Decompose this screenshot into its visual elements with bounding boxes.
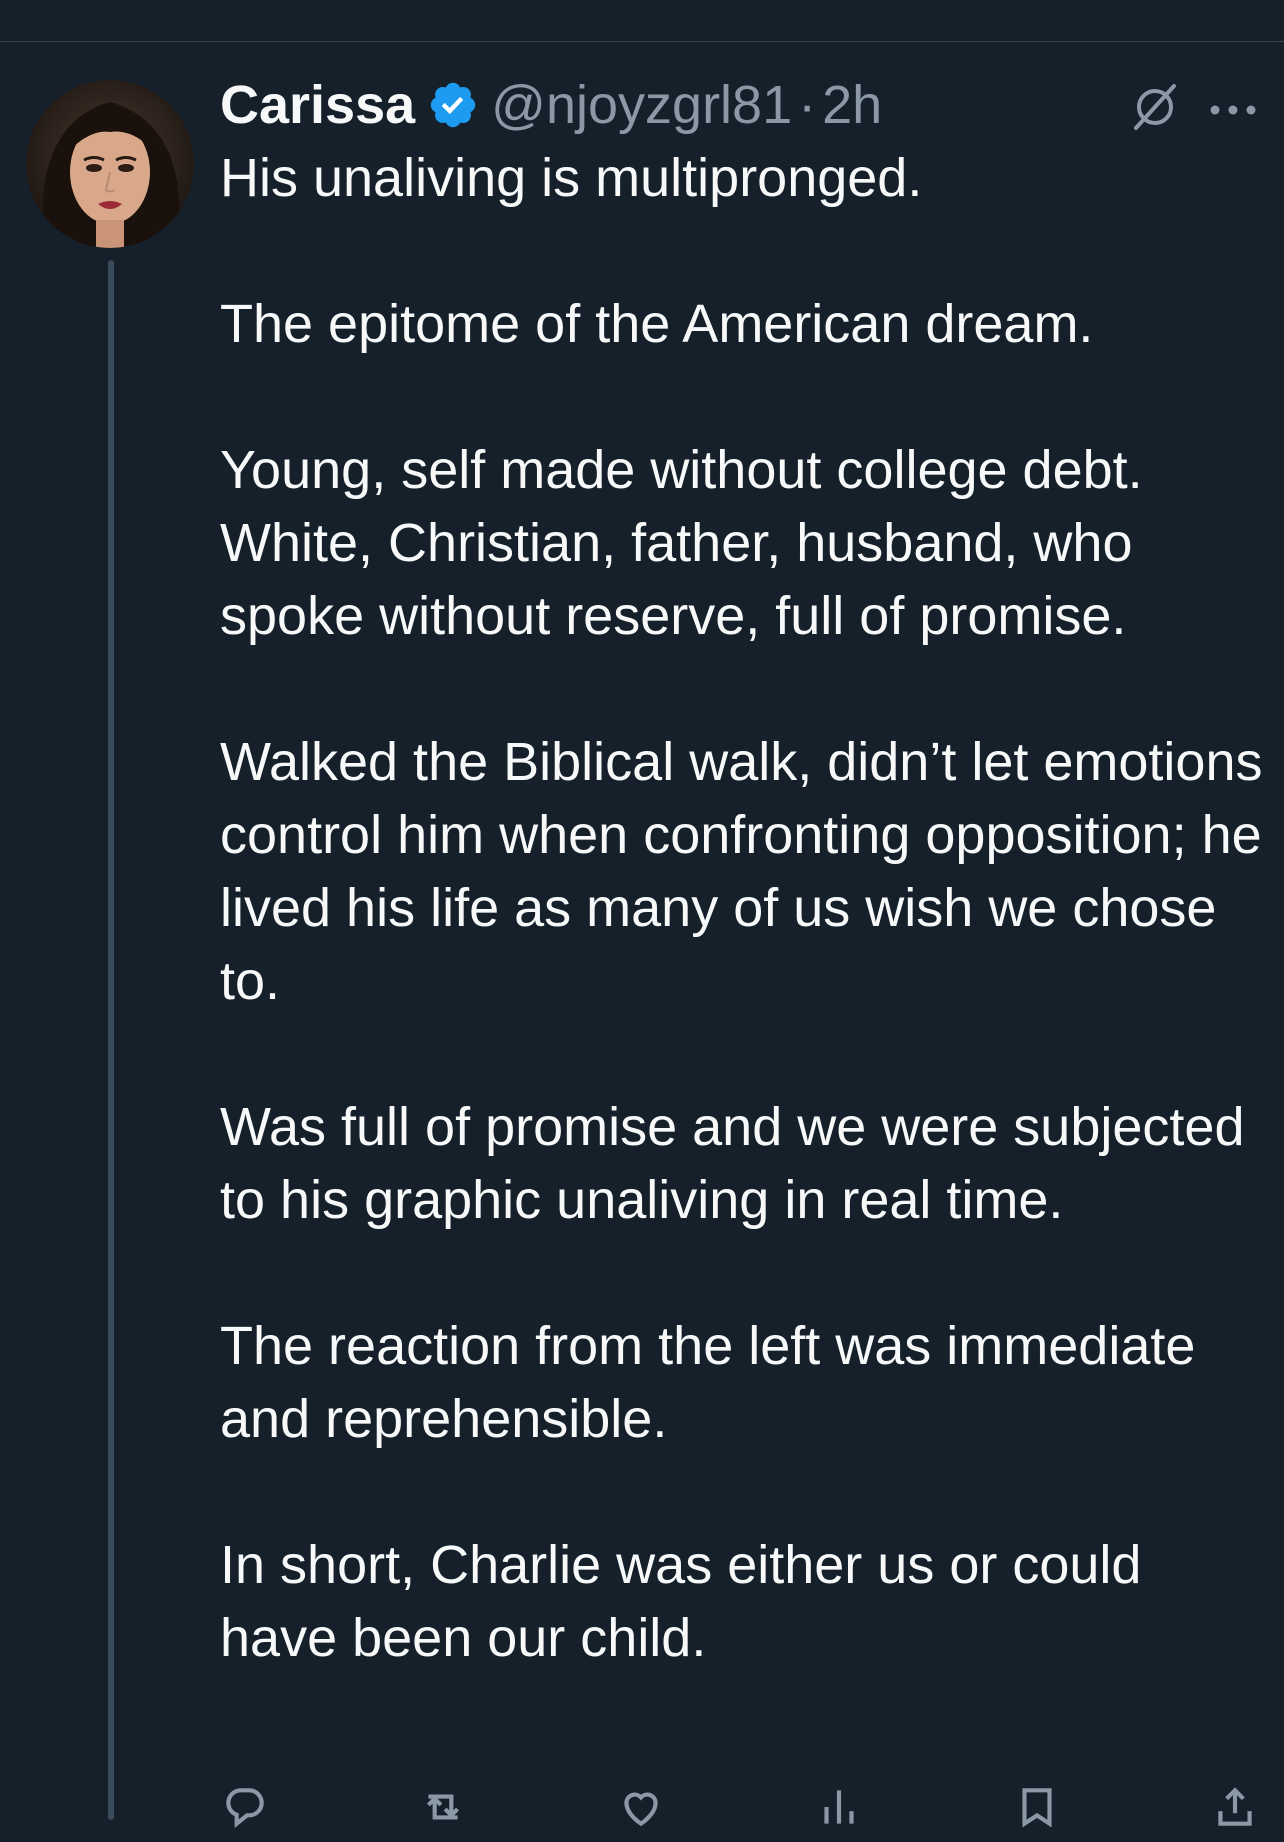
tweet-paragraph: The epitome of the American dream.	[220, 294, 1094, 354]
share-icon[interactable]	[1210, 1782, 1260, 1832]
thread-line	[108, 260, 114, 1820]
reply-icon[interactable]	[220, 1782, 270, 1832]
top-bar	[0, 0, 1284, 42]
tweet-header: Carissa @njoyzgrl81 · 2h	[220, 70, 882, 140]
tweet-paragraph: His unaliving is multipronged.	[220, 148, 923, 208]
retweet-icon[interactable]	[418, 1782, 468, 1832]
verified-badge-icon[interactable]	[427, 79, 479, 131]
tweet-paragraph: Was full of promise and we were subjecte…	[220, 1097, 1260, 1230]
bookmark-icon[interactable]	[1012, 1782, 1062, 1832]
grok-icon[interactable]	[1128, 80, 1182, 134]
tweet[interactable]: Carissa @njoyzgrl81 · 2h His unaliving i…	[0, 42, 1284, 1829]
tweet-text: His unaliving is multipronged. The epito…	[220, 142, 1270, 1675]
avatar[interactable]	[26, 80, 194, 248]
avatar-image	[26, 80, 194, 248]
separator-dot: ·	[798, 75, 817, 135]
tweet-paragraph: Young, self made without college debt. W…	[220, 440, 1158, 646]
tweet-paragraph: The reaction from the left was immediate…	[220, 1316, 1211, 1449]
like-icon[interactable]	[616, 1782, 666, 1832]
timestamp[interactable]: 2h	[822, 74, 882, 136]
action-bar	[220, 1782, 1260, 1842]
tweet-paragraph: Walked the Biblical walk, didn’t let emo…	[220, 732, 1278, 1011]
views-icon[interactable]	[814, 1782, 864, 1832]
tweet-paragraph: In short, Charlie was either us or could…	[220, 1535, 1157, 1668]
more-options-icon[interactable]	[1205, 90, 1261, 130]
handle[interactable]: @njoyzgrl81	[491, 74, 792, 136]
display-name[interactable]: Carissa	[220, 74, 415, 136]
